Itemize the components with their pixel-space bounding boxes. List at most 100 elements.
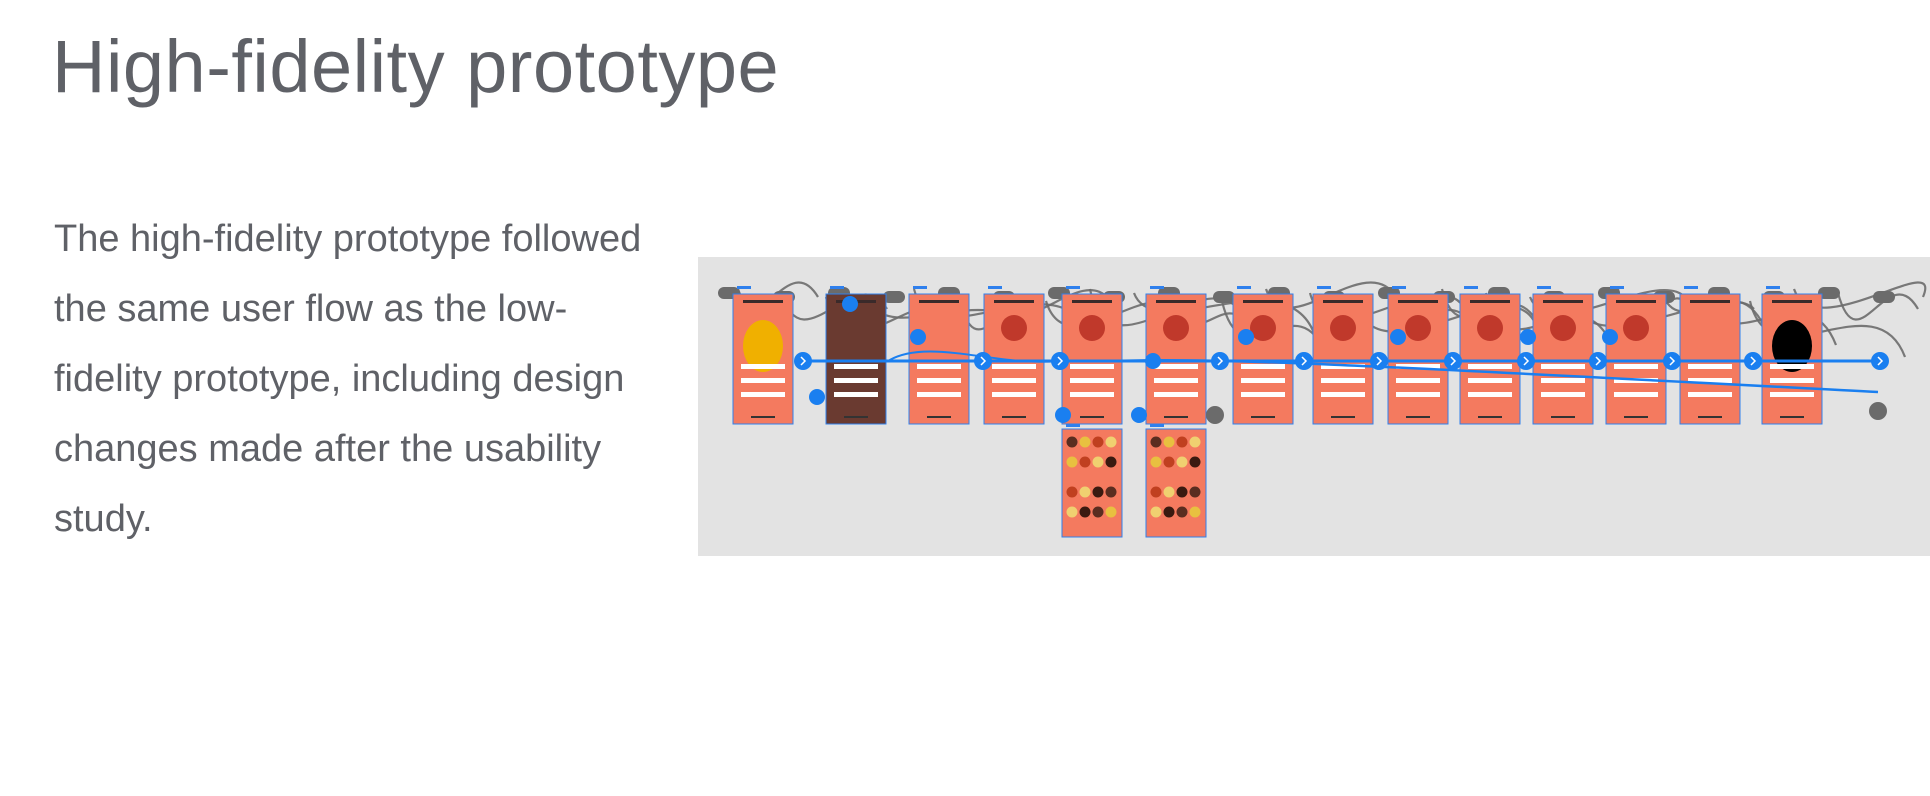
screen-row	[741, 364, 785, 369]
screen-thumb	[1092, 486, 1104, 498]
screen-body	[1387, 293, 1449, 425]
connector-node	[809, 389, 825, 405]
screen-avatar	[1477, 315, 1503, 341]
screen-row	[1468, 364, 1512, 369]
connector-node	[1145, 353, 1161, 369]
chevron-handle-icon	[1871, 352, 1889, 370]
screen-row	[1396, 378, 1440, 383]
chevron-handle-icon	[1055, 407, 1071, 423]
screen-row	[834, 364, 878, 369]
screen-nav	[927, 416, 951, 418]
chevron-handle-icon	[1517, 352, 1535, 370]
screen-thumb	[1066, 486, 1078, 498]
prototype-screens	[732, 286, 1823, 538]
screen-heading	[1616, 300, 1656, 303]
screen-row	[992, 378, 1036, 383]
screen-heading	[1243, 300, 1283, 303]
screen-thumb	[1092, 506, 1104, 518]
screen-dots	[913, 286, 927, 289]
prototype-screen	[1061, 286, 1123, 425]
chevron-handle-gray-icon	[1869, 402, 1887, 420]
screen-heading	[994, 300, 1034, 303]
screen-thumb	[1066, 436, 1078, 448]
chevron-handle-gray-icon	[1206, 406, 1224, 424]
slide: High-fidelity prototype The high-fidelit…	[0, 0, 1930, 796]
screen-row	[917, 364, 961, 369]
screen-row	[1614, 364, 1658, 369]
screen-body	[1459, 293, 1521, 425]
screen-thumb	[1105, 456, 1117, 468]
prototype-flow-diagram	[718, 281, 1927, 538]
screen-nav	[1080, 416, 1104, 418]
screen-dots	[1392, 286, 1406, 289]
screen-nav	[1406, 416, 1430, 418]
screen-row	[1541, 378, 1585, 383]
screen-body	[1061, 293, 1123, 425]
screen-avatar	[1405, 315, 1431, 341]
screen-nav	[751, 416, 775, 418]
screen-body	[825, 293, 887, 425]
screen-avatar	[1163, 315, 1189, 341]
screen-nav	[1002, 416, 1026, 418]
screen-row	[1154, 392, 1198, 397]
prototype-screen	[1459, 286, 1521, 425]
connector-node	[1602, 329, 1618, 345]
screen-row	[1070, 364, 1114, 369]
connector-node	[910, 329, 926, 345]
screen-row	[917, 392, 961, 397]
screen-thumb	[1189, 436, 1201, 448]
screen-dots	[1684, 286, 1698, 289]
screen-row	[1468, 378, 1512, 383]
screen-thumb	[1079, 486, 1091, 498]
screen-thumb	[1150, 456, 1162, 468]
screen-thumb	[1105, 486, 1117, 498]
chevron-handle-icon	[1295, 352, 1313, 370]
screen-dots	[1237, 286, 1251, 289]
screen-nav	[844, 416, 868, 418]
prototype-canvas[interactable]	[698, 257, 1930, 556]
connector-node	[1238, 329, 1254, 345]
prototype-screen	[1387, 286, 1449, 425]
screen-thumb	[1092, 436, 1104, 448]
prototype-screen	[1761, 286, 1823, 425]
screen-body	[1232, 293, 1294, 425]
screen-thumb	[1163, 436, 1175, 448]
prototype-screen	[1232, 286, 1294, 425]
screen-nav	[1331, 416, 1355, 418]
screen-row	[992, 364, 1036, 369]
screen-thumb	[1176, 486, 1188, 498]
screen-thumb	[1189, 456, 1201, 468]
screen-row	[1241, 364, 1285, 369]
screen-row	[1770, 392, 1814, 397]
prototype-screen	[908, 286, 970, 425]
chevron-handle-icon	[1211, 352, 1229, 370]
screen-row	[834, 378, 878, 383]
screen-body	[1532, 293, 1594, 425]
screen-row	[1070, 378, 1114, 383]
screen-heading	[1398, 300, 1438, 303]
screen-thumb	[1189, 506, 1201, 518]
screen-thumb	[1163, 456, 1175, 468]
screen-row	[1541, 392, 1585, 397]
screen-row	[1688, 392, 1732, 397]
screen-row	[1241, 378, 1285, 383]
screen-nav	[1780, 416, 1804, 418]
prototype-screen	[1605, 286, 1667, 425]
screen-thumb	[1150, 486, 1162, 498]
screen-row	[1154, 378, 1198, 383]
screen-thumb	[1150, 506, 1162, 518]
prototype-screen	[732, 286, 794, 425]
screen-row	[1396, 392, 1440, 397]
screen-body	[1605, 293, 1667, 425]
prototype-screen	[1532, 286, 1594, 425]
screen-dots	[988, 286, 1002, 289]
screen-heading	[1690, 300, 1730, 303]
screen-row	[834, 392, 878, 397]
screen-body	[1312, 293, 1374, 425]
connector-node	[1520, 329, 1536, 345]
screen-dots	[1150, 286, 1164, 289]
page-title: High-fidelity prototype	[52, 25, 780, 108]
screen-avatar	[1623, 315, 1649, 341]
screen-nav	[1251, 416, 1275, 418]
screen-heading	[1072, 300, 1112, 303]
